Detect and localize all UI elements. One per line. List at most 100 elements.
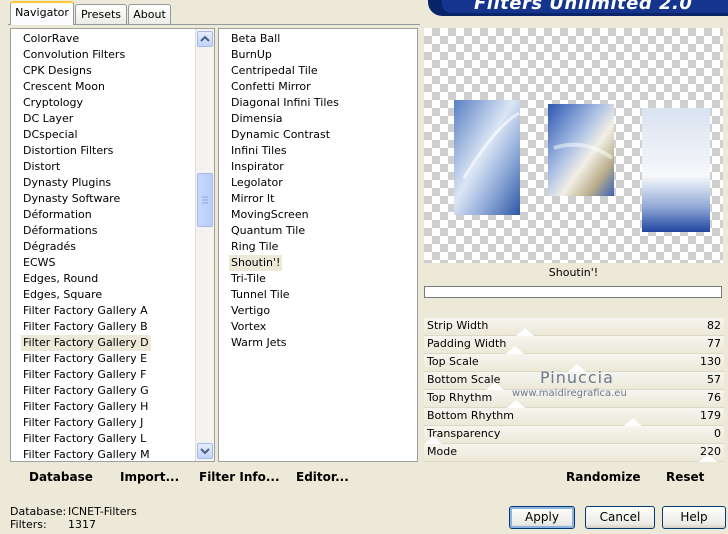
help-button[interactable]: Help xyxy=(662,506,726,529)
param-label: Mode xyxy=(427,445,457,458)
scroll-up-button[interactable] xyxy=(197,31,213,47)
category-item[interactable]: ColorRave xyxy=(21,31,81,47)
category-item[interactable]: Edges, Round xyxy=(21,271,100,287)
slider-thumb[interactable] xyxy=(506,346,524,354)
param-label: Top Rhythm xyxy=(427,391,493,404)
category-item[interactable]: Filter Factory Gallery F xyxy=(21,367,148,383)
filter-item[interactable]: Warm Jets xyxy=(229,335,289,351)
param-slider[interactable]: Padding Width 77 xyxy=(424,336,724,354)
param-slider[interactable]: Strip Width 82 xyxy=(424,318,724,336)
import-button[interactable]: Import... xyxy=(120,470,179,484)
category-item[interactable]: Filter Factory Gallery E xyxy=(21,351,149,367)
filter-item[interactable]: Tunnel Tile xyxy=(229,287,292,303)
filter-item[interactable]: Infini Tiles xyxy=(229,143,289,159)
param-slider[interactable]: Bottom Rhythm 179 xyxy=(424,408,724,426)
filter-item[interactable]: Ring Tile xyxy=(229,239,280,255)
filter-item[interactable]: Quantum Tile xyxy=(229,223,307,239)
category-list[interactable]: ColorRave Convolution Filters CPK Designs C… xyxy=(10,28,215,462)
tab-navigator-label: Navigator xyxy=(15,6,69,19)
category-item[interactable]: Filter Factory Gallery G xyxy=(21,383,151,399)
watermark-name: Pinuccia xyxy=(540,368,614,387)
filter-item[interactable]: Beta Ball xyxy=(229,31,282,47)
category-item[interactable]: ECWS xyxy=(21,255,58,271)
category-item[interactable]: Dynasty Plugins xyxy=(21,175,113,191)
category-item[interactable]: Dynasty Software xyxy=(21,191,122,207)
editor-button[interactable]: Editor... xyxy=(296,470,349,484)
param-slider[interactable]: Transparency 0 xyxy=(424,426,724,444)
category-item[interactable]: DCspecial xyxy=(21,127,80,143)
filter-item[interactable]: Diagonal Infini Tiles xyxy=(229,95,341,111)
param-value: 0 xyxy=(714,427,721,440)
filter-item[interactable]: Inspirator xyxy=(229,159,286,175)
filter-list[interactable]: Beta Ball BurnUp Centripedal Tile Confetti … xyxy=(218,28,418,462)
status-database-value: ICNET-Filters xyxy=(68,505,137,518)
category-item[interactable]: Cryptology xyxy=(21,95,85,111)
filter-info-button[interactable]: Filter Info... xyxy=(199,470,280,484)
cancel-button[interactable]: Cancel xyxy=(585,506,655,529)
category-item[interactable]: Distortion Filters xyxy=(21,143,115,159)
randomize-button[interactable]: Randomize xyxy=(566,470,640,484)
param-value: 82 xyxy=(707,319,721,332)
slider-thumb[interactable] xyxy=(699,454,717,462)
filter-item[interactable]: Vortex xyxy=(229,319,268,335)
tab-about-label: About xyxy=(133,8,166,21)
category-item[interactable]: Crescent Moon xyxy=(21,79,107,95)
filter-item[interactable]: BurnUp xyxy=(229,47,274,63)
slider-thumb[interactable] xyxy=(424,436,442,444)
filter-item[interactable]: Confetti Mirror xyxy=(229,79,313,95)
filter-item[interactable]: Shoutin'! xyxy=(229,255,283,271)
tab-navigator[interactable]: Navigator xyxy=(10,1,74,25)
help-label: Help xyxy=(680,510,708,524)
tab-about[interactable]: About xyxy=(128,4,171,24)
category-item[interactable]: Convolution Filters xyxy=(21,47,127,63)
apply-button[interactable]: Apply xyxy=(509,506,575,529)
slider-thumb[interactable] xyxy=(507,400,525,408)
param-value: 77 xyxy=(707,337,721,350)
param-label: Top Scale xyxy=(427,355,479,368)
watermark-site: www.maidiregrafica.eu xyxy=(512,388,627,399)
param-value: 57 xyxy=(707,373,721,386)
slider-thumb[interactable] xyxy=(486,382,504,390)
filter-item[interactable]: Dynamic Contrast xyxy=(229,127,332,143)
category-scrollbar[interactable] xyxy=(195,29,214,461)
filter-item[interactable]: Dimensia xyxy=(229,111,285,127)
slider-thumb[interactable] xyxy=(624,418,642,426)
preview-image xyxy=(454,100,710,232)
chevron-down-icon xyxy=(200,448,210,455)
grip-icon xyxy=(202,196,208,204)
filter-item[interactable]: Centripedal Tile xyxy=(229,63,320,79)
category-item[interactable]: Filter Factory Gallery J xyxy=(21,415,145,431)
category-item[interactable]: DC Layer xyxy=(21,111,75,127)
reset-button[interactable]: Reset xyxy=(666,470,704,484)
tab-presets[interactable]: Presets xyxy=(75,4,127,24)
category-item[interactable]: Déformations xyxy=(21,223,99,239)
category-item[interactable]: Déformation xyxy=(21,207,94,223)
param-label: Padding Width xyxy=(427,337,507,350)
scroll-thumb[interactable] xyxy=(197,173,213,227)
filter-item[interactable]: Mirror It xyxy=(229,191,276,207)
status-database-label: Database: xyxy=(10,505,67,518)
slider-thumb[interactable] xyxy=(516,328,534,336)
database-button[interactable]: Database xyxy=(29,470,93,484)
filter-item[interactable]: Legolator xyxy=(229,175,285,191)
param-value: 179 xyxy=(700,409,721,422)
progress-bar xyxy=(424,286,722,298)
category-item[interactable]: Distort xyxy=(21,159,62,175)
category-item[interactable]: Filter Factory Gallery D xyxy=(21,335,151,351)
category-item[interactable]: Filter Factory Gallery B xyxy=(21,319,150,335)
filter-item[interactable]: Vertigo xyxy=(229,303,272,319)
tab-presets-label: Presets xyxy=(80,8,122,21)
category-item[interactable]: Filter Factory Gallery L xyxy=(21,431,148,447)
category-item[interactable]: Edges, Square xyxy=(21,287,104,303)
category-item[interactable]: Filter Factory Gallery A xyxy=(21,303,150,319)
scroll-down-button[interactable] xyxy=(197,443,213,459)
category-item[interactable]: Filter Factory Gallery M xyxy=(21,447,152,461)
status-filters-value: 1317 xyxy=(68,518,96,531)
param-slider[interactable]: Mode 220 xyxy=(424,444,724,462)
filter-item[interactable]: Tri-Tile xyxy=(229,271,268,287)
filter-item[interactable]: MovingScreen xyxy=(229,207,311,223)
category-item[interactable]: CPK Designs xyxy=(21,63,94,79)
category-item[interactable]: Dégradés xyxy=(21,239,78,255)
chevron-up-icon xyxy=(200,35,210,42)
category-item[interactable]: Filter Factory Gallery H xyxy=(21,399,150,415)
